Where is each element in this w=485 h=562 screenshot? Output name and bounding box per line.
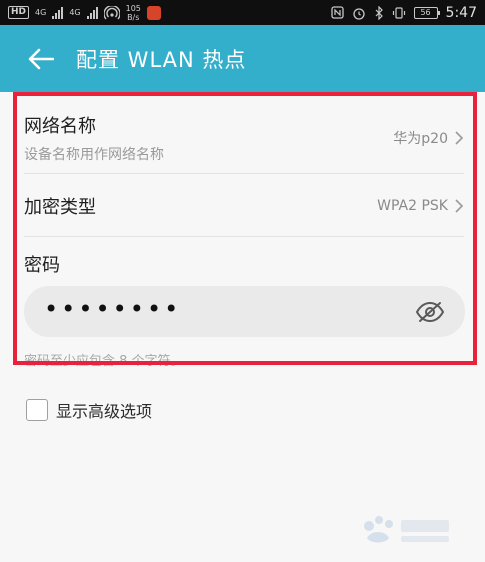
net-speed: 105 B/s	[126, 4, 141, 22]
divider	[24, 173, 464, 174]
bluetooth-icon	[375, 5, 383, 20]
password-visibility-toggle[interactable]	[415, 300, 445, 324]
password-hint: 密码至少应包含 8 个字符。	[24, 354, 184, 369]
net-speed-unit: B/s	[127, 12, 140, 22]
status-bar: HD 4G 4G 105 B/s 56 5:47	[0, 0, 485, 25]
alarm-icon	[352, 7, 365, 20]
encryption-title: 加密类型	[24, 197, 96, 218]
encryption-type-row[interactable]: 加密类型 WPA2 PSK	[24, 190, 464, 222]
encryption-value-group: WPA2 PSK	[377, 198, 464, 214]
page-title: 配置 WLAN 热点	[76, 47, 247, 72]
advanced-options-row[interactable]: 显示高级选项	[26, 398, 152, 422]
status-left-group: HD 4G 4G 105 B/s	[8, 4, 161, 22]
vibrate-icon	[392, 6, 405, 19]
network-name-value-group: 华为p20	[393, 128, 464, 148]
advanced-options-label: 显示高级选项	[56, 402, 153, 421]
network-name-text: 网络名称 设备名称用作网络名称	[24, 112, 164, 164]
password-value: ••••••••	[44, 294, 182, 323]
network-type-2: 4G	[69, 8, 81, 17]
hd-badge: HD	[8, 6, 30, 19]
chevron-right-icon	[455, 131, 464, 145]
network-name-row[interactable]: 网络名称 设备名称用作网络名称 华为p20	[24, 110, 464, 166]
signal-strength-icon	[52, 6, 64, 19]
status-right-group: 56 5:47	[330, 4, 477, 21]
advanced-options-checkbox[interactable]	[26, 399, 48, 421]
network-name-title: 网络名称	[24, 116, 96, 137]
encryption-value: WPA2 PSK	[377, 198, 448, 214]
network-name-value: 华为p20	[393, 131, 448, 147]
net-speed-value: 105	[125, 3, 141, 13]
back-button[interactable]	[16, 34, 66, 84]
clock: 5:47	[445, 4, 477, 21]
arrow-left-icon	[28, 48, 54, 69]
watermark-logo	[364, 516, 449, 543]
divider	[24, 236, 464, 237]
password-input[interactable]: ••••••••	[24, 286, 465, 337]
password-title: 密码	[24, 255, 60, 276]
nfc-icon	[330, 6, 344, 19]
battery-icon: 56	[413, 6, 440, 19]
signal-strength-icon-2	[86, 6, 98, 19]
app-bar: 配置 WLAN 热点	[0, 25, 485, 92]
network-name-subtitle: 设备名称用作网络名称	[24, 147, 164, 163]
app-notification-icon	[146, 5, 161, 20]
encryption-text: 加密类型	[24, 193, 96, 219]
hotspot-icon	[103, 5, 120, 19]
password-label-row: 密码	[24, 250, 464, 278]
eye-off-icon	[415, 301, 445, 322]
network-type-1: 4G	[35, 8, 47, 17]
chevron-right-icon	[455, 199, 464, 213]
